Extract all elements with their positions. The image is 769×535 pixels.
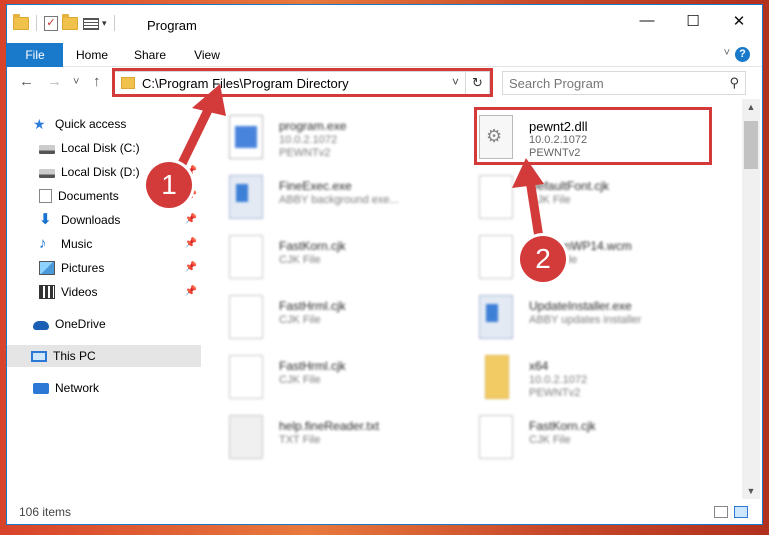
annotation-arrows (170, 84, 545, 249)
arrow-1-head (192, 84, 226, 116)
arrow-2-head (512, 158, 544, 188)
arrow-2-shaft (525, 175, 545, 249)
step-2-badge: 2 (520, 236, 566, 282)
step-1-badge: 1 (146, 162, 192, 208)
